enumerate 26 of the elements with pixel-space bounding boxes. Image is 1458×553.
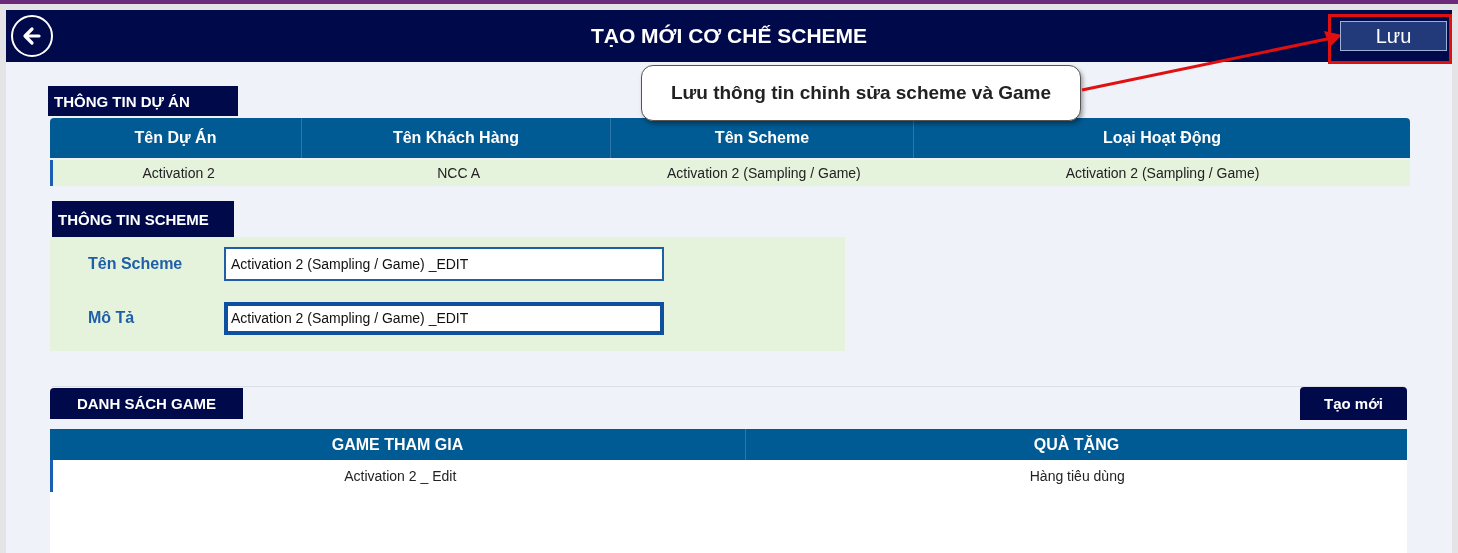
callout-bubble: Lưu thông tin chỉnh sửa scheme và Game: [641, 65, 1081, 121]
column-header: QUÀ TẶNG: [1032, 434, 1121, 455]
section-title: THÔNG TIN DỰ ÁN: [48, 86, 238, 116]
column-header: Loại Hoạt Động: [1101, 128, 1223, 148]
table-cell-text: Activation 2: [141, 164, 216, 183]
table-cell-text: Activation 2 (Sampling / Game): [666, 164, 862, 183]
field-label: Mô Tả: [87, 309, 136, 327]
table-row[interactable]: Activation 2 NCC A Activation 2 (Sampling / Game) Activation 2 (Sampling / Game): [50, 160, 1410, 186]
text-field[interactable]: Activation 2 (Sampling / Game) _EDIT: [224, 247, 664, 281]
table-cell-text: Activation 2 _ Edit: [343, 467, 458, 486]
table-cell-text: NCC A: [436, 164, 481, 183]
table-row[interactable]: Activation 2 _ Edit Hàng tiêu dùng: [50, 460, 1407, 492]
new-button[interactable]: Tạo mới: [1300, 387, 1407, 420]
section-title: DANH SÁCH GAME: [50, 388, 243, 419]
column-header: Tên Dự Án: [50, 118, 302, 158]
table-cell-text: Hàng tiêu dùng: [1028, 467, 1126, 486]
section-title: THÔNG TIN SCHEME: [52, 201, 234, 237]
field-label: Tên Scheme: [87, 255, 184, 273]
column-header: GAME THAM GIA: [50, 429, 746, 460]
save-button[interactable]: Lưu: [1340, 21, 1447, 51]
table-cell-text: Activation 2 (Sampling / Game): [1064, 164, 1261, 183]
back-button[interactable]: [11, 15, 53, 57]
column-header: Tên Khách Hàng: [302, 118, 611, 158]
page-title: TẠO MỚI CƠ CHẾ SCHEME: [590, 24, 868, 48]
text-field[interactable]: Activation 2 (Sampling / Game) _EDIT: [224, 301, 664, 335]
arrow-left-icon: [21, 25, 43, 47]
